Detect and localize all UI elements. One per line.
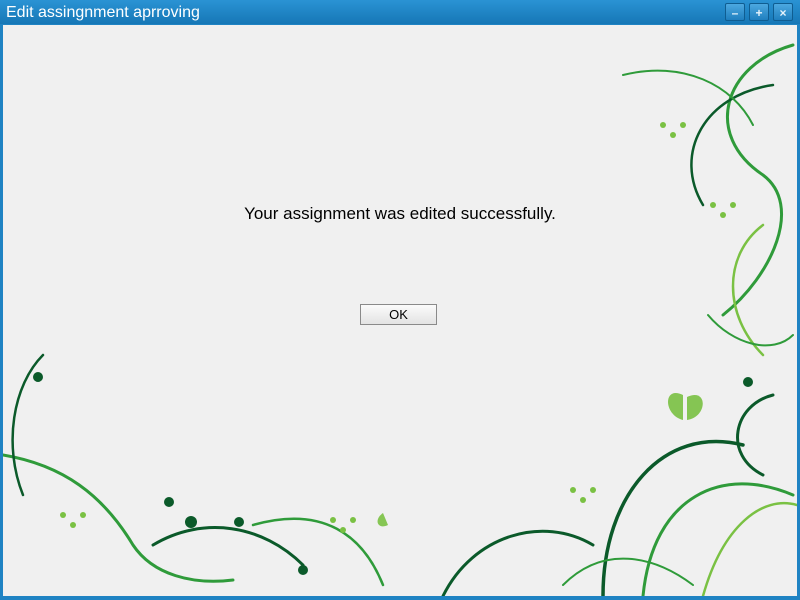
dialog-window: Edit assingnment aprroving – + × Your as… [0, 0, 800, 600]
close-icon: × [779, 6, 787, 20]
dialog-content: Your assignment was edited successfully.… [3, 25, 797, 596]
title-bar[interactable]: Edit assingnment aprroving – + × [0, 0, 800, 24]
minimize-button[interactable]: – [725, 3, 745, 21]
success-message: Your assignment was edited successfully. [244, 204, 556, 223]
window-title: Edit assingnment aprroving [6, 4, 200, 21]
ok-button[interactable]: OK [360, 304, 437, 325]
close-button[interactable]: × [773, 3, 793, 21]
maximize-icon: + [755, 6, 763, 20]
minimize-icon: – [731, 6, 739, 20]
maximize-button[interactable]: + [749, 3, 769, 21]
